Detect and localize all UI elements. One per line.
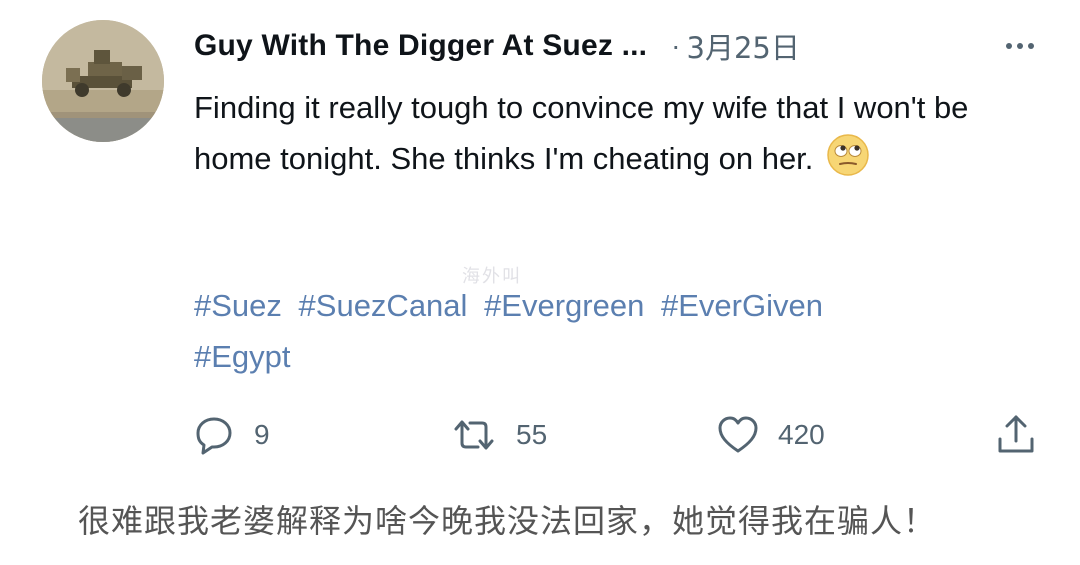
like-button[interactable]: 420 [716,410,825,460]
tweet-date[interactable]: 3月25日 [687,25,800,67]
more-options-button[interactable] [996,28,1044,64]
reply-button[interactable]: 9 [192,410,270,460]
like-count: 420 [778,419,825,450]
retweet-count: 55 [516,419,548,450]
action-bar: 9 55 420 [192,410,1042,460]
share-icon [998,415,1034,453]
hashtag-link[interactable]: #Egypt [194,339,291,374]
heart-icon [718,416,758,453]
hashtag-link[interactable]: #SuezCanal [299,288,468,323]
display-name[interactable]: Guy With The Digger At Suez ... [194,29,647,63]
hashtag-link[interactable]: #Suez [194,288,282,323]
more-icon [1006,43,1012,49]
hashtag-link[interactable]: #EverGiven [661,288,823,323]
reply-icon [196,417,232,455]
share-button[interactable] [994,410,1038,460]
tweet-screenshot: Guy With The Digger At Suez ... · 3月25日 … [0,0,1080,565]
hashtags: #Suez #SuezCanal #Evergreen #EverGiven #… [194,280,1054,382]
hashtag-link[interactable]: #Evergreen [484,288,644,323]
avatar[interactable] [42,20,164,142]
retweet-button[interactable]: 55 [450,410,547,460]
retweet-icon [454,420,494,450]
header-separator: · [671,30,681,61]
translation-caption: 很难跟我老婆解释为啥今晚我没法回家，她觉得我在骗人！ [78,502,937,540]
excavator-photo [42,20,164,142]
rolling-eyes-emoji-icon [827,134,869,176]
reply-count: 9 [254,419,270,450]
tweet-text: Finding it really tough to convince my w… [194,82,1054,184]
tweet-header: Guy With The Digger At Suez ... · 3月25日 [194,22,800,70]
